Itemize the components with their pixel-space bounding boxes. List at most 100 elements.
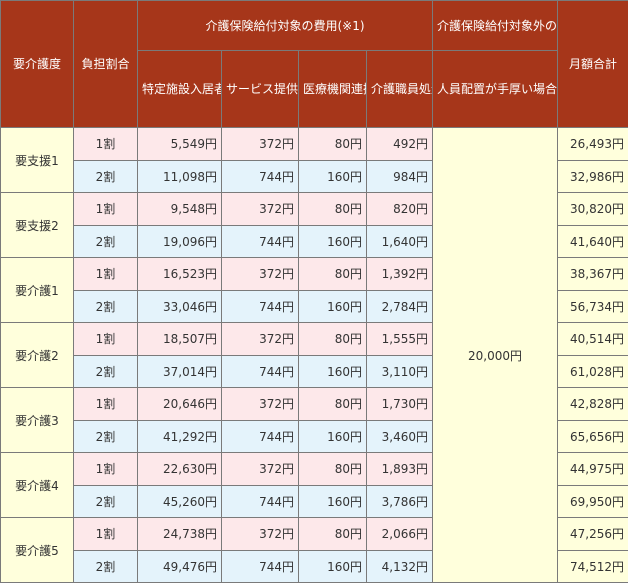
header-outside-group: 介護保険給付対象外の費用 <box>432 0 558 51</box>
service-fee-cell: 372円 <box>221 192 299 226</box>
service-fee-cell: 744円 <box>221 419 299 453</box>
header-outside-detail: 人員配置が手厚い場合の介護サービス利用料(※2) <box>432 50 558 128</box>
monthly-total-cell: 38,367円 <box>557 257 628 291</box>
medical-fee-cell: 160円 <box>298 484 367 518</box>
medical-fee-cell: 160円 <box>298 159 367 193</box>
medical-fee-cell: 160円 <box>298 419 367 453</box>
facility-fee-cell: 16,523円 <box>137 257 222 291</box>
header-ratio: 負担割合 <box>73 0 138 128</box>
monthly-total-cell: 61,028円 <box>557 354 628 388</box>
table-row: 要支援1 1割 5,549円 372円 80円 492円 20,000円 26,… <box>0 127 628 583</box>
staff-fee-cell: 1,893円 <box>366 452 433 486</box>
outside-fee-cell: 20,000円 <box>432 127 558 583</box>
service-fee-cell: 372円 <box>221 452 299 486</box>
ratio-cell: 1割 <box>73 517 138 551</box>
medical-fee-cell: 160円 <box>298 289 367 323</box>
staff-fee-cell: 1,392円 <box>366 257 433 291</box>
ratio-cell: 1割 <box>73 192 138 226</box>
facility-fee-cell: 20,646円 <box>137 387 222 421</box>
care-level-cell: 要介護2 <box>0 322 74 388</box>
staff-fee-cell: 2,066円 <box>366 517 433 551</box>
monthly-total-cell: 42,828円 <box>557 387 628 421</box>
monthly-total-cell: 26,493円 <box>557 127 628 161</box>
ratio-cell: 2割 <box>73 224 138 258</box>
facility-fee-cell: 9,548円 <box>137 192 222 226</box>
monthly-total-cell: 30,820円 <box>557 192 628 226</box>
ratio-cell: 1割 <box>73 452 138 486</box>
staff-fee-cell: 492円 <box>366 127 433 161</box>
staff-fee-cell: 4,132円 <box>366 549 433 583</box>
ratio-cell: 1割 <box>73 387 138 421</box>
facility-fee-cell: 37,014円 <box>137 354 222 388</box>
care-level-cell: 要支援2 <box>0 192 74 258</box>
care-level-cell: 要介護1 <box>0 257 74 323</box>
service-fee-cell: 372円 <box>221 387 299 421</box>
facility-fee-cell: 11,098円 <box>137 159 222 193</box>
service-fee-cell: 744円 <box>221 289 299 323</box>
service-fee-cell: 744円 <box>221 159 299 193</box>
service-fee-cell: 744円 <box>221 354 299 388</box>
medical-fee-cell: 80円 <box>298 387 367 421</box>
fee-table: 要介護度 負担割合 介護保険給付対象の費用(※1) 介護保険給付対象外の費用 月… <box>0 0 628 583</box>
monthly-total-cell: 65,656円 <box>557 419 628 453</box>
facility-fee-cell: 5,549円 <box>137 127 222 161</box>
monthly-total-cell: 74,512円 <box>557 549 628 583</box>
ratio-cell: 1割 <box>73 257 138 291</box>
staff-fee-cell: 1,640円 <box>366 224 433 258</box>
ratio-cell: 2割 <box>73 549 138 583</box>
monthly-total-cell: 32,986円 <box>557 159 628 193</box>
facility-fee-cell: 24,738円 <box>137 517 222 551</box>
service-fee-cell: 372円 <box>221 127 299 161</box>
medical-fee-cell: 80円 <box>298 127 367 161</box>
facility-fee-cell: 41,292円 <box>137 419 222 453</box>
service-fee-cell: 372円 <box>221 257 299 291</box>
service-fee-cell: 372円 <box>221 322 299 356</box>
ratio-cell: 2割 <box>73 419 138 453</box>
staff-fee-cell: 3,460円 <box>366 419 433 453</box>
facility-fee-cell: 33,046円 <box>137 289 222 323</box>
facility-fee-cell: 22,630円 <box>137 452 222 486</box>
monthly-total-cell: 56,734円 <box>557 289 628 323</box>
staff-fee-cell: 1,555円 <box>366 322 433 356</box>
header-staff: 介護職員処遇改善加算 <box>366 50 433 128</box>
staff-fee-cell: 820円 <box>366 192 433 226</box>
staff-fee-cell: 1,730円 <box>366 387 433 421</box>
service-fee-cell: 744円 <box>221 224 299 258</box>
header-service: サービス提供体制強化加算 <box>221 50 299 128</box>
medical-fee-cell: 160円 <box>298 224 367 258</box>
monthly-total-cell: 69,950円 <box>557 484 628 518</box>
ratio-cell: 2割 <box>73 354 138 388</box>
staff-fee-cell: 2,784円 <box>366 289 433 323</box>
service-fee-cell: 744円 <box>221 549 299 583</box>
ratio-cell: 2割 <box>73 159 138 193</box>
medical-fee-cell: 80円 <box>298 257 367 291</box>
monthly-total-cell: 47,256円 <box>557 517 628 551</box>
facility-fee-cell: 19,096円 <box>137 224 222 258</box>
medical-fee-cell: 80円 <box>298 452 367 486</box>
header-medical: 医療機関連携加算 <box>298 50 367 128</box>
header-level: 要介護度 <box>0 0 74 128</box>
facility-fee-cell: 18,507円 <box>137 322 222 356</box>
medical-fee-cell: 80円 <box>298 322 367 356</box>
medical-fee-cell: 80円 <box>298 192 367 226</box>
staff-fee-cell: 3,786円 <box>366 484 433 518</box>
ratio-cell: 1割 <box>73 322 138 356</box>
medical-fee-cell: 160円 <box>298 354 367 388</box>
service-fee-cell: 372円 <box>221 517 299 551</box>
care-level-cell: 要支援1 <box>0 127 74 193</box>
ratio-cell: 1割 <box>73 127 138 161</box>
ratio-cell: 2割 <box>73 484 138 518</box>
care-level-cell: 要介護3 <box>0 387 74 453</box>
header-monthly-total: 月額合計 <box>557 0 628 128</box>
header-covered-group: 介護保険給付対象の費用(※1) <box>137 0 433 51</box>
staff-fee-cell: 984円 <box>366 159 433 193</box>
care-level-cell: 要介護5 <box>0 517 74 583</box>
monthly-total-cell: 44,975円 <box>557 452 628 486</box>
medical-fee-cell: 80円 <box>298 517 367 551</box>
header-facility: 特定施設入居者生活介護費 <box>137 50 222 128</box>
care-level-cell: 要介護4 <box>0 452 74 518</box>
medical-fee-cell: 160円 <box>298 549 367 583</box>
staff-fee-cell: 3,110円 <box>366 354 433 388</box>
service-fee-cell: 744円 <box>221 484 299 518</box>
monthly-total-cell: 40,514円 <box>557 322 628 356</box>
